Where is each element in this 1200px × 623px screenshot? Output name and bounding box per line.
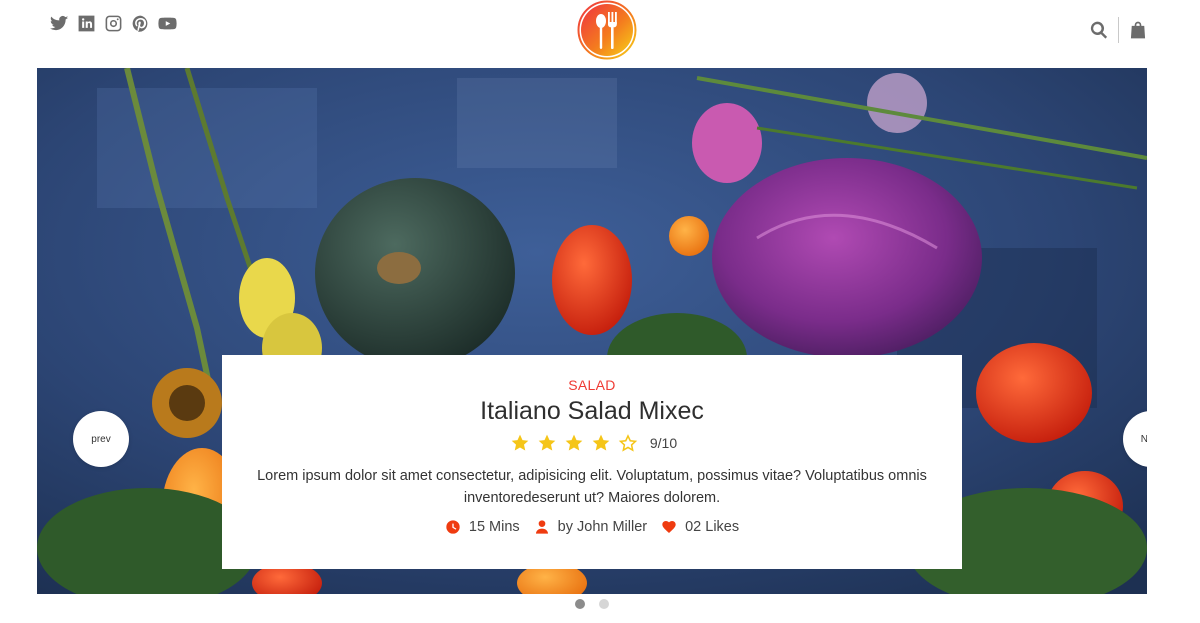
recipe-category[interactable]: SALAD bbox=[222, 377, 962, 393]
author[interactable]: by John Miller bbox=[534, 519, 647, 535]
prev-button[interactable]: prev bbox=[73, 411, 129, 467]
social-links bbox=[50, 14, 177, 33]
author-text: by John Miller bbox=[557, 519, 648, 535]
shopping-bag-icon[interactable] bbox=[1128, 20, 1148, 40]
user-icon bbox=[534, 519, 550, 535]
star-filled-icon bbox=[510, 433, 530, 453]
recipe-card: SALAD Italiano Salad Mixec 9/10 Lorem ip… bbox=[222, 355, 962, 569]
star-filled-icon bbox=[537, 433, 557, 453]
heart-icon bbox=[661, 519, 677, 535]
recipe-meta: 15 Mins by John Miller 02 Likes bbox=[222, 519, 962, 535]
pinterest-icon[interactable] bbox=[131, 14, 150, 33]
slide-dot-1[interactable] bbox=[575, 599, 585, 609]
recipe-description: Lorem ipsum dolor sit amet consectetur, … bbox=[257, 468, 927, 506]
linkedin-icon[interactable] bbox=[77, 14, 96, 33]
header-divider bbox=[1118, 17, 1119, 43]
slide-dot-2[interactable] bbox=[599, 599, 609, 609]
instagram-icon[interactable] bbox=[104, 14, 123, 33]
youtube-icon[interactable] bbox=[158, 14, 177, 33]
star-filled-icon bbox=[591, 433, 611, 453]
twitter-icon[interactable] bbox=[50, 14, 69, 33]
star-outline-icon bbox=[618, 433, 638, 453]
likes-text: 02 Likes bbox=[685, 519, 740, 535]
recipe-rating: 9/10 bbox=[222, 433, 962, 453]
star-filled-icon bbox=[564, 433, 584, 453]
slider-pagination bbox=[575, 599, 609, 609]
clock-icon bbox=[445, 519, 461, 535]
restaurant-logo[interactable] bbox=[577, 0, 637, 60]
site-header bbox=[0, 0, 1200, 68]
rating-score: 9/10 bbox=[649, 435, 678, 451]
likes[interactable]: 02 Likes bbox=[661, 519, 739, 535]
header-actions bbox=[1089, 17, 1148, 43]
cook-time-text: 15 Mins bbox=[468, 519, 520, 535]
recipe-title[interactable]: Italiano Salad Mixec bbox=[222, 397, 962, 426]
cook-time: 15 Mins bbox=[445, 519, 520, 535]
search-icon[interactable] bbox=[1089, 20, 1109, 40]
